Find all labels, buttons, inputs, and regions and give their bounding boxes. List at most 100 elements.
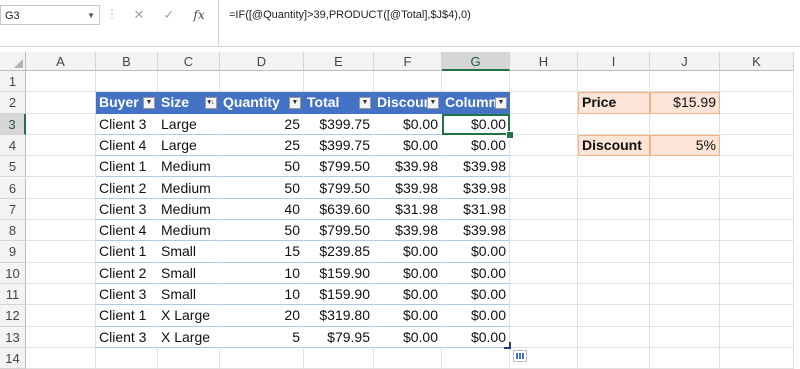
table-cell[interactable]: Small	[158, 241, 220, 263]
grid-cell[interactable]	[578, 305, 650, 327]
table-cell[interactable]: $0.00	[442, 262, 510, 284]
grid-cell[interactable]	[26, 156, 96, 178]
column-header-e[interactable]: E	[304, 52, 374, 71]
table-cell[interactable]: Medium	[158, 220, 220, 242]
grid-cell[interactable]	[578, 71, 650, 93]
table-cell[interactable]: Client 4	[96, 134, 158, 157]
chevron-down-icon[interactable]: ▼	[87, 6, 95, 26]
grid-cell[interactable]	[720, 156, 794, 178]
row-header-3[interactable]: 3	[0, 113, 26, 135]
column-header-d[interactable]: D	[220, 52, 304, 71]
table-cell[interactable]: X Large	[158, 326, 220, 348]
column-header-h[interactable]: H	[510, 52, 578, 71]
grid-cell[interactable]	[26, 305, 96, 327]
table-header-column[interactable]: Column ▼	[442, 92, 510, 114]
grid-cell[interactable]	[26, 177, 96, 199]
filter-dropdown-icon[interactable]: ▼	[427, 96, 439, 109]
column-header-f[interactable]: F	[374, 52, 442, 71]
grid-cell[interactable]	[510, 305, 578, 327]
grid-cell[interactable]	[578, 262, 650, 284]
filter-dropdown-icon[interactable]: ▼	[289, 96, 301, 109]
grid-cell[interactable]	[720, 198, 794, 221]
table-cell[interactable]: 10	[220, 284, 304, 306]
row-header-2[interactable]: 2	[0, 92, 26, 114]
table-cell[interactable]: $39.98	[374, 156, 442, 178]
table-cell[interactable]: 25	[220, 113, 304, 135]
table-header-buyer[interactable]: Buyer ▼	[96, 92, 158, 114]
row-header-11[interactable]: 11	[0, 284, 26, 306]
grid-cell[interactable]	[650, 156, 720, 178]
table-cell[interactable]: 50	[220, 177, 304, 199]
table-cell[interactable]: $39.98	[442, 220, 510, 242]
grid-cell[interactable]	[26, 71, 96, 93]
grid-cell[interactable]	[650, 326, 720, 348]
row-header-7[interactable]: 7	[0, 198, 26, 221]
fill-handle[interactable]	[506, 130, 514, 139]
grid-cell[interactable]	[220, 71, 304, 93]
grid-cell[interactable]	[26, 92, 96, 114]
grid-cell[interactable]	[650, 241, 720, 263]
grid-cell[interactable]	[578, 326, 650, 348]
table-cell[interactable]: $239.85	[304, 241, 374, 263]
table-cell[interactable]: $319.80	[304, 305, 374, 327]
table-cell[interactable]: $0.00	[374, 113, 442, 135]
grid-cell[interactable]	[578, 220, 650, 242]
table-cell[interactable]: $39.98	[374, 177, 442, 199]
table-header-size[interactable]: Size ▾↓	[158, 92, 220, 114]
drag-handle-icon[interactable]: ⋮	[106, 7, 118, 21]
grid-cell[interactable]	[650, 262, 720, 284]
grid-cell[interactable]	[650, 113, 720, 135]
table-cell[interactable]: $31.98	[442, 198, 510, 221]
table-cell[interactable]: $639.60	[304, 198, 374, 221]
table-cell[interactable]: $0.00	[374, 326, 442, 348]
grid-cell[interactable]	[510, 262, 578, 284]
sort-filter-icon[interactable]: ▾↓	[205, 96, 217, 109]
grid-cell[interactable]	[96, 71, 158, 93]
grid-cell[interactable]	[578, 241, 650, 263]
table-cell[interactable]: Client 2	[96, 177, 158, 199]
grid-cell[interactable]	[510, 241, 578, 263]
grid-cell[interactable]	[510, 198, 578, 221]
grid-cell[interactable]	[26, 134, 96, 157]
table-cell[interactable]: 40	[220, 198, 304, 221]
grid-cell[interactable]	[510, 134, 578, 157]
price-label[interactable]: Price	[578, 92, 650, 114]
row-header-1[interactable]: 1	[0, 71, 26, 93]
table-cell[interactable]: Client 3	[96, 198, 158, 221]
table-cell[interactable]: $0.00	[442, 284, 510, 306]
grid-cell[interactable]	[26, 113, 96, 135]
table-cell[interactable]: 50	[220, 220, 304, 242]
table-cell[interactable]: 15	[220, 241, 304, 263]
grid-cell[interactable]	[578, 198, 650, 221]
row-header-5[interactable]: 5	[0, 156, 26, 178]
table-cell[interactable]: Client 3	[96, 326, 158, 348]
table-cell[interactable]: Medium	[158, 198, 220, 221]
table-cell[interactable]: $79.95	[304, 326, 374, 348]
table-cell[interactable]: Small	[158, 262, 220, 284]
table-cell[interactable]: Small	[158, 284, 220, 306]
grid-cell[interactable]	[374, 71, 442, 93]
table-cell[interactable]: Client 1	[96, 156, 158, 178]
table-cell[interactable]: Large	[158, 113, 220, 135]
row-header-10[interactable]: 10	[0, 262, 26, 284]
formula-input[interactable]: =IF([@Quantity]>39,PRODUCT([@Total],$J$4…	[218, 0, 800, 46]
column-header-i[interactable]: I	[578, 52, 650, 71]
table-cell[interactable]: 5	[220, 326, 304, 348]
table-cell[interactable]: Client 4	[96, 220, 158, 242]
table-resize-handle[interactable]	[504, 341, 511, 349]
table-cell[interactable]: Medium	[158, 156, 220, 178]
table-cell[interactable]: $399.75	[304, 134, 374, 157]
select-all-corner[interactable]	[0, 52, 26, 71]
table-cell[interactable]: $159.90	[304, 262, 374, 284]
quick-analysis-icon[interactable]	[513, 349, 527, 362]
grid-cell[interactable]	[510, 326, 578, 348]
grid-cell[interactable]	[26, 241, 96, 263]
grid-cell[interactable]	[578, 156, 650, 178]
grid-cell[interactable]	[26, 262, 96, 284]
row-header-13[interactable]: 13	[0, 326, 26, 348]
column-header-j[interactable]: J	[650, 52, 720, 71]
table-cell[interactable]: $0.00	[442, 305, 510, 327]
price-value[interactable]: $15.99	[650, 92, 720, 114]
table-cell[interactable]: $39.98	[374, 220, 442, 242]
table-cell[interactable]: $0.00	[374, 134, 442, 157]
